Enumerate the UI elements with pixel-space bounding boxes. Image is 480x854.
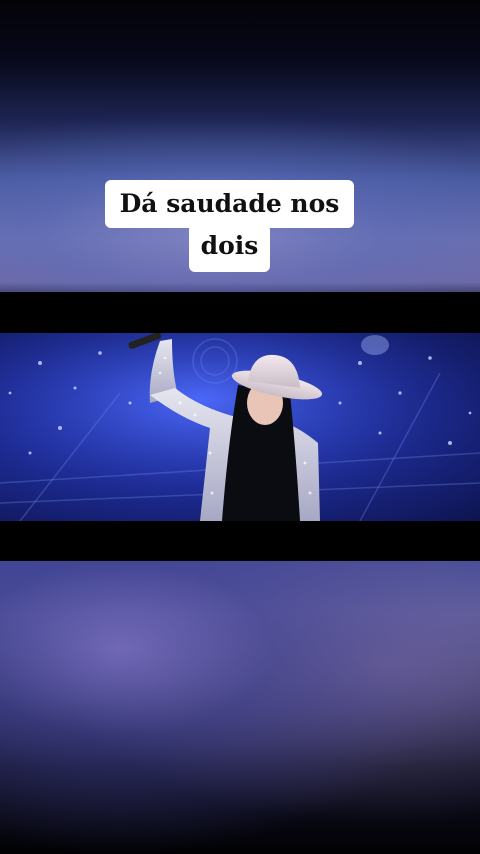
caption-line-2: dois: [189, 224, 270, 272]
caption-line-1: Dá saudade nos: [105, 180, 354, 228]
letterbox-bar-top: [0, 292, 480, 333]
letterbox-bar-bottom: [0, 521, 480, 561]
stage-scene-image: [0, 333, 480, 521]
blurred-background-bottom: [0, 561, 480, 854]
video-viewport[interactable]: Dá saudade nos dois: [0, 0, 480, 854]
video-frame[interactable]: [0, 333, 480, 521]
